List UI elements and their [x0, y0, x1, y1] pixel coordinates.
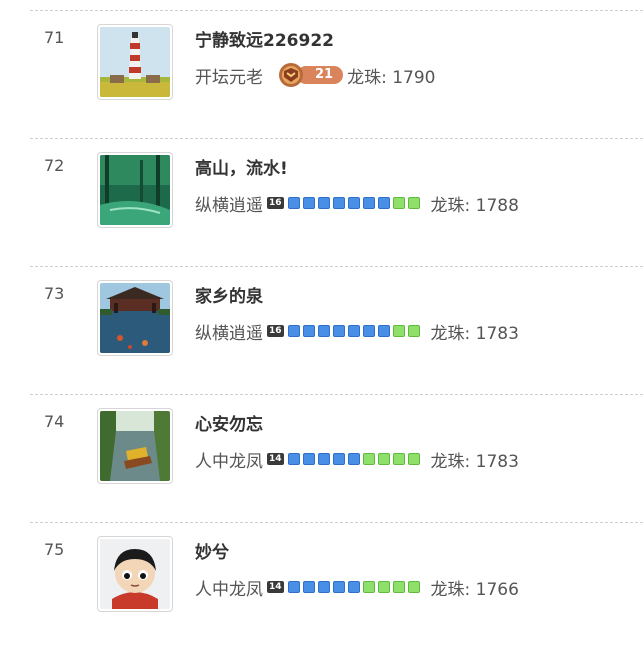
blue-level-block — [287, 453, 300, 465]
level-bars — [287, 197, 423, 209]
avatar[interactable] — [97, 280, 173, 356]
username[interactable]: 家乡的泉 — [195, 282, 263, 307]
avatar[interactable] — [97, 408, 173, 484]
rank-title: 人中龙凤 — [195, 451, 263, 472]
blue-level-block — [347, 197, 360, 209]
green-level-block — [377, 453, 390, 465]
dragon-pearls: 龙珠: 1783 — [430, 451, 519, 472]
dragon-pearls: 龙珠: 1766 — [430, 579, 519, 600]
lighthouse-avatar-icon — [100, 27, 170, 97]
blue-level-block — [287, 197, 300, 209]
level-bars — [287, 453, 423, 465]
rank-number: 72 — [44, 156, 65, 175]
rank-number: 75 — [44, 540, 65, 559]
divider — [30, 138, 643, 139]
divider — [30, 10, 643, 11]
divider — [30, 394, 643, 395]
level-bars — [287, 581, 423, 593]
level-tag: 14 — [267, 581, 284, 593]
green-level-block — [362, 581, 375, 593]
username[interactable]: 高山，流水! — [195, 154, 288, 179]
medal-icon — [279, 63, 303, 87]
blue-level-block — [287, 325, 300, 337]
divider — [30, 522, 643, 523]
list-item: 73 家乡的泉 纵横逍遥 16 龙珠: 1783 — [0, 266, 643, 394]
list-item: 71 宁静致远226922 开坛元老 21 龙珠: 1790 — [0, 10, 643, 138]
blue-level-block — [317, 453, 330, 465]
username[interactable]: 心安勿忘 — [195, 410, 263, 435]
cartoon-girl-avatar-icon — [100, 539, 170, 609]
username[interactable]: 宁静致远226922 — [195, 26, 334, 51]
list-item: 75 妙兮 人中龙凤 14 龙珠: 1766 — [0, 522, 643, 650]
user-meta: 人中龙凤 14 龙珠: 1766 — [195, 574, 519, 600]
forest-avatar-icon — [100, 155, 170, 225]
blue-level-block — [332, 453, 345, 465]
green-level-block — [407, 325, 420, 337]
divider — [30, 266, 643, 267]
dragon-pearls: 龙珠: 1790 — [347, 67, 436, 88]
green-level-block — [407, 453, 420, 465]
blue-level-block — [347, 453, 360, 465]
green-level-block — [392, 197, 405, 209]
avatar[interactable] — [97, 152, 173, 228]
green-level-block — [392, 581, 405, 593]
blue-level-block — [302, 581, 315, 593]
blue-level-block — [377, 197, 390, 209]
rank-number: 73 — [44, 284, 65, 303]
green-level-block — [377, 581, 390, 593]
pavilion-avatar-icon — [100, 283, 170, 353]
level-bars — [287, 325, 423, 337]
blue-level-block — [287, 581, 300, 593]
level-tag: 16 — [267, 325, 284, 337]
green-level-block — [392, 325, 405, 337]
blue-level-block — [332, 197, 345, 209]
user-meta: 纵横逍遥 16 龙珠: 1788 — [195, 190, 519, 216]
blue-level-block — [377, 325, 390, 337]
blue-level-block — [317, 325, 330, 337]
blue-level-block — [332, 325, 345, 337]
green-level-block — [407, 197, 420, 209]
blue-level-block — [317, 197, 330, 209]
green-level-block — [392, 453, 405, 465]
blue-level-block — [332, 581, 345, 593]
green-level-block — [362, 453, 375, 465]
blue-level-block — [302, 197, 315, 209]
rank-title: 人中龙凤 — [195, 579, 263, 600]
blue-level-block — [317, 581, 330, 593]
blue-level-block — [302, 325, 315, 337]
level-tag: 16 — [267, 197, 284, 209]
canal-avatar-icon — [100, 411, 170, 481]
list-item: 74 心安勿忘 人中龙凤 14 龙珠: 1783 — [0, 394, 643, 522]
blue-level-block — [347, 581, 360, 593]
username[interactable]: 妙兮 — [195, 538, 229, 563]
green-level-block — [407, 581, 420, 593]
blue-level-block — [347, 325, 360, 337]
dragon-pearls: 龙珠: 1783 — [430, 323, 519, 344]
dragon-pearls: 龙珠: 1788 — [430, 195, 519, 216]
rank-number: 71 — [44, 28, 65, 47]
avatar[interactable] — [97, 24, 173, 100]
rank-title: 纵横逍遥 — [195, 195, 263, 216]
user-meta: 开坛元老 21 龙珠: 1790 — [195, 62, 436, 88]
blue-level-block — [362, 325, 375, 337]
user-meta: 人中龙凤 14 龙珠: 1783 — [195, 446, 519, 472]
rank-title: 纵横逍遥 — [195, 323, 263, 344]
rank-number: 74 — [44, 412, 65, 431]
blue-level-block — [362, 197, 375, 209]
avatar[interactable] — [97, 536, 173, 612]
rank-title: 开坛元老 — [195, 67, 263, 88]
level-badge: 21 — [275, 62, 344, 88]
list-item: 72 高山，流水! 纵横逍遥 16 龙珠: 1788 — [0, 138, 643, 266]
user-meta: 纵横逍遥 16 龙珠: 1783 — [195, 318, 519, 344]
blue-level-block — [302, 453, 315, 465]
level-tag: 14 — [267, 453, 284, 465]
